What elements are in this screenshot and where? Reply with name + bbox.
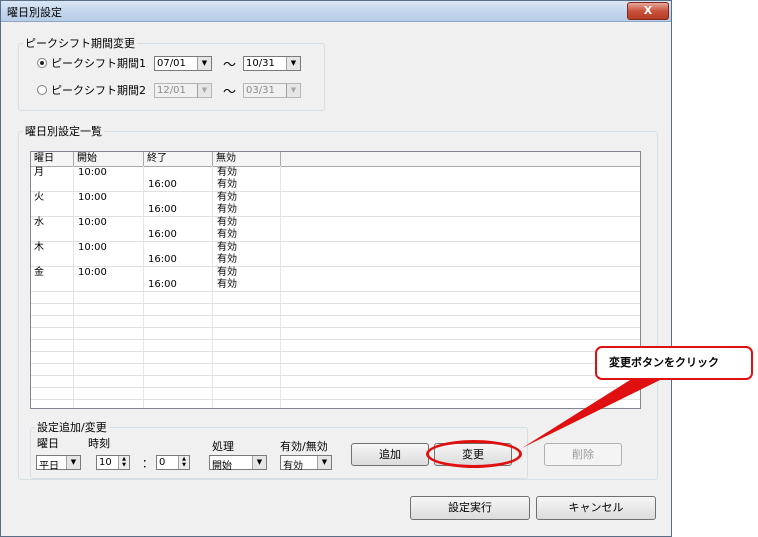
callout-pointer-shape [522, 380, 660, 448]
callout-pointer [522, 380, 660, 448]
callout-box: 変更ボタンをクリック [595, 346, 753, 380]
highlight-ellipse [426, 440, 522, 468]
